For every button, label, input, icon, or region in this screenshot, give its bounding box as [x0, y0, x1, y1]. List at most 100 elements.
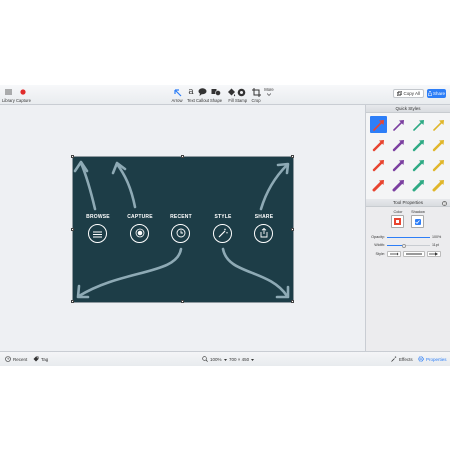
resize-handle[interactable]: [181, 300, 184, 303]
dimensions-value: 700 × 450: [229, 357, 250, 362]
arrow-start-select[interactable]: [387, 251, 401, 257]
capture-label: Capture: [16, 98, 31, 103]
resize-handle[interactable]: [71, 155, 74, 158]
tag-label: Tag: [41, 357, 49, 362]
quick-styles-grid: [366, 113, 450, 199]
recent-label: Recent: [13, 357, 28, 362]
styled-arrow-icon: [392, 159, 404, 171]
gear-icon: [418, 356, 424, 363]
resize-handle[interactable]: [291, 300, 294, 303]
shape-tool-icon: [210, 87, 222, 97]
zoom-control[interactable]: 100%: [202, 355, 227, 364]
properties-label: Properties: [426, 357, 447, 362]
chevron-down-icon: [263, 92, 275, 97]
resize-handle[interactable]: [291, 228, 294, 231]
canvas-image[interactable]: BROWSE CAPTURE RECENT STYLE SHARE: [72, 156, 294, 303]
help-icon[interactable]: ?: [442, 200, 447, 206]
resize-handle[interactable]: [71, 228, 74, 231]
styled-arrow-icon: [372, 179, 384, 191]
browse-caption: BROWSE: [86, 214, 110, 220]
quick-style-swatch[interactable]: [430, 176, 447, 193]
style-circle: [213, 224, 232, 243]
library-button[interactable]: Library: [2, 87, 15, 104]
width-slider[interactable]: [387, 243, 430, 248]
width-slider-fill: [387, 245, 403, 246]
quick-style-swatch[interactable]: [410, 156, 427, 173]
capture-button[interactable]: Capture: [16, 87, 31, 104]
quick-style-swatch[interactable]: [390, 156, 407, 173]
quick-style-swatch[interactable]: [370, 176, 387, 193]
styled-arrow-icon: [412, 159, 424, 171]
styled-arrow-icon: [432, 139, 444, 151]
width-slider-thumb[interactable]: [402, 243, 406, 248]
fill-tool-label: Fill: [228, 98, 234, 103]
styled-arrow-icon: [372, 119, 384, 131]
menu-icon: [2, 87, 14, 97]
dimensions-control[interactable]: 700 × 450: [229, 355, 255, 364]
tool-properties: Color Shadow Opacity: 100% Width: 11pt S…: [366, 207, 450, 277]
crop-tool-icon: [250, 87, 262, 97]
record-target-icon: [135, 225, 145, 243]
recent-circle: [171, 224, 190, 243]
share-icon: [428, 90, 432, 97]
resize-handle[interactable]: [181, 155, 184, 158]
callout-tool-button[interactable]: Callout: [196, 87, 209, 104]
opacity-label: Opacity:: [371, 235, 385, 239]
quick-style-swatch[interactable]: [430, 116, 447, 133]
share-circle: [254, 224, 273, 243]
effects-button[interactable]: Effects: [391, 355, 413, 364]
stamp-tool-button[interactable]: Stamp: [235, 87, 247, 104]
quick-style-swatch[interactable]: [410, 136, 427, 153]
recent-button[interactable]: Recent: [5, 355, 27, 364]
properties-button[interactable]: Properties: [418, 355, 447, 364]
copy-all-button[interactable]: Copy All: [393, 89, 424, 98]
canvas-area[interactable]: BROWSE CAPTURE RECENT STYLE SHARE: [0, 105, 365, 351]
share-button[interactable]: Share: [427, 89, 446, 98]
effects-label: Effects: [399, 357, 413, 362]
arrow-end-select[interactable]: [427, 251, 441, 257]
quick-style-swatch[interactable]: [390, 176, 407, 193]
style-label: Style:: [375, 252, 386, 256]
color-label: Color: [393, 210, 403, 214]
quick-style-swatch[interactable]: [430, 156, 447, 173]
tag-button[interactable]: Tag: [33, 355, 48, 364]
quick-style-swatch[interactable]: [430, 136, 447, 153]
crop-tool-label: Crop: [251, 98, 261, 103]
quick-style-swatch[interactable]: [370, 116, 387, 133]
shadow-checkbox[interactable]: [411, 215, 424, 228]
quick-style-swatch[interactable]: [410, 116, 427, 133]
shape-tool-button[interactable]: Shape: [210, 87, 222, 104]
share-icon: [260, 225, 268, 243]
styled-arrow-icon: [392, 179, 404, 191]
magic-wand-icon: [218, 225, 228, 243]
quick-style-swatch[interactable]: [410, 176, 427, 193]
opacity-slider[interactable]: [387, 237, 430, 238]
copy-icon: [397, 90, 403, 97]
styled-arrow-icon: [372, 139, 384, 151]
zoom-value: 100%: [210, 357, 222, 362]
styled-arrow-icon: [432, 159, 444, 171]
stamp-tool-icon: [235, 87, 247, 97]
library-label: Library: [2, 98, 15, 103]
capture-caption: CAPTURE: [127, 214, 153, 220]
more-button[interactable]: More: [263, 86, 275, 103]
clock-icon: [5, 356, 11, 363]
quick-style-swatch[interactable]: [390, 136, 407, 153]
arrow-tool-button[interactable]: Arrow: [171, 87, 183, 104]
sparkle-icon: [391, 356, 397, 363]
width-value: 11pt: [432, 243, 439, 247]
share-caption: SHARE: [254, 214, 274, 220]
resize-handle[interactable]: [291, 155, 294, 158]
quick-style-swatch[interactable]: [370, 136, 387, 153]
share-label: Share: [432, 91, 445, 96]
arrow-tool-label: Arrow: [171, 98, 183, 103]
quick-style-swatch[interactable]: [370, 156, 387, 173]
crop-tool-button[interactable]: Crop: [250, 87, 262, 104]
line-style-select[interactable]: [403, 251, 425, 257]
color-swatch[interactable]: [391, 215, 404, 228]
resize-handle[interactable]: [71, 300, 74, 303]
quick-styles-title: Quick Styles: [395, 106, 421, 111]
callout-tool-label: Callout: [196, 98, 210, 103]
quick-style-swatch[interactable]: [390, 116, 407, 133]
tool-properties-title: Tool Properties: [392, 200, 423, 205]
